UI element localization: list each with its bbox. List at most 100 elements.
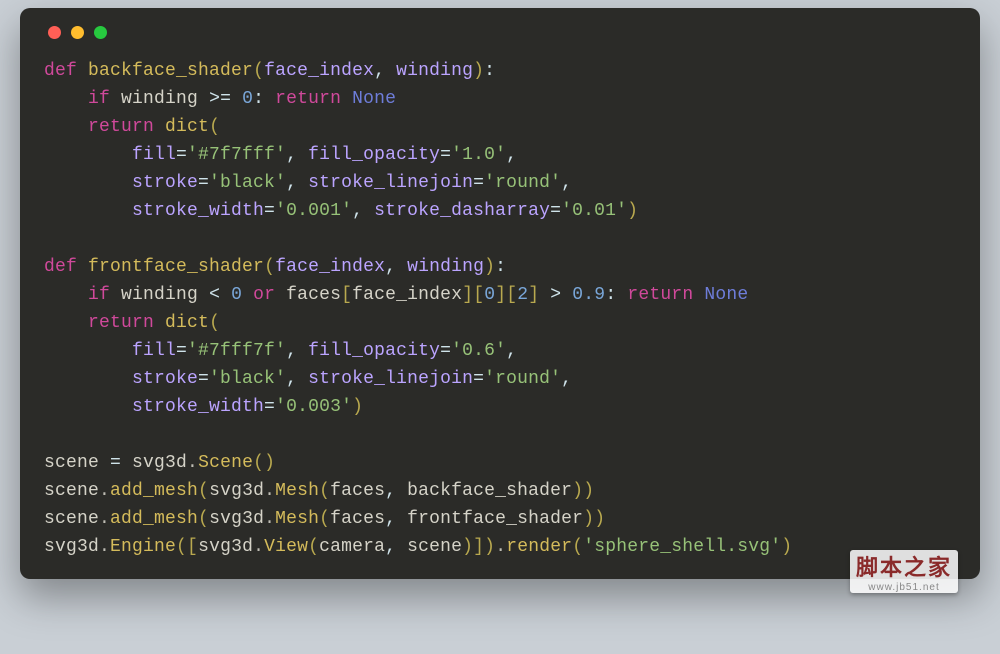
code-line: stroke_width='0.001', stroke_dasharray='…	[44, 201, 638, 221]
token-pn: face_index	[264, 61, 374, 81]
code-line: scene.add_mesh(svg3d.Mesh(faces, backfac…	[44, 481, 594, 501]
close-icon[interactable]	[48, 26, 61, 39]
token-lit: None	[352, 89, 396, 109]
watermark: 脚本之家 www.jb51.net	[850, 550, 958, 593]
token-str: '0.003'	[275, 397, 352, 417]
token-dot-op: .	[264, 481, 275, 501]
token-pn: stroke	[132, 173, 198, 193]
token-id: svg3d	[132, 453, 187, 473]
token-pr	[110, 285, 121, 305]
token-pr	[242, 285, 253, 305]
token-pr: =	[264, 397, 275, 417]
token-dot-op: .	[99, 509, 110, 529]
token-pr: =	[440, 145, 451, 165]
token-kw: return	[88, 313, 154, 333]
token-pr: =	[550, 201, 561, 221]
token-dot-op: .	[187, 453, 198, 473]
token-pr: =	[176, 341, 187, 361]
token-pr	[44, 341, 132, 361]
token-kw: return	[627, 285, 693, 305]
token-fn: dict	[165, 117, 209, 137]
token-fn: add_mesh	[110, 481, 198, 501]
token-br: (	[308, 537, 319, 557]
token-pr	[693, 285, 704, 305]
token-pn: fill_opacity	[308, 341, 440, 361]
token-fn: Mesh	[275, 509, 319, 529]
code-line: svg3d.Engine([svg3d.View(camera, scene)]…	[44, 537, 792, 557]
token-br: (	[209, 117, 220, 137]
token-pr: ,	[385, 481, 407, 501]
token-pr: :	[605, 285, 627, 305]
token-nm: 0	[231, 285, 242, 305]
code-line: if winding >= 0: return None	[44, 89, 396, 109]
token-pr: >	[539, 285, 572, 305]
token-pr	[44, 89, 88, 109]
token-pr: >=	[198, 89, 242, 109]
token-pr	[44, 201, 132, 221]
token-str: 'black'	[209, 369, 286, 389]
token-str: '#7fff7f'	[187, 341, 286, 361]
code-line: return dict(	[44, 117, 220, 137]
token-pn: stroke_width	[132, 201, 264, 221]
token-pr	[154, 117, 165, 137]
token-nm: 0	[242, 89, 253, 109]
token-pn: fill_opacity	[308, 145, 440, 165]
token-pr: ,	[374, 61, 396, 81]
token-kw: if	[88, 89, 110, 109]
token-fn: dict	[165, 313, 209, 333]
token-pn: stroke_dasharray	[374, 201, 550, 221]
token-pn: stroke_width	[132, 397, 264, 417]
token-br: )	[352, 397, 363, 417]
token-pr: ,	[286, 369, 308, 389]
token-pr: ,	[385, 537, 407, 557]
token-pr: ,	[286, 145, 308, 165]
token-br: ()	[253, 453, 275, 473]
token-pr	[44, 369, 132, 389]
token-pn: winding	[407, 257, 484, 277]
code-editor-content[interactable]: def backface_shader(face_index, winding)…	[44, 57, 956, 561]
token-br: )	[781, 537, 792, 557]
token-br: (	[319, 481, 330, 501]
token-fn: Scene	[198, 453, 253, 473]
token-br: )])	[462, 537, 495, 557]
token-str: 'sphere_shell.svg'	[583, 537, 781, 557]
token-pr: ,	[506, 145, 517, 165]
token-pr: :	[495, 257, 506, 277]
zoom-icon[interactable]	[94, 26, 107, 39]
token-id: scene	[44, 481, 99, 501]
token-br: ))	[583, 509, 605, 529]
token-pn: winding	[396, 61, 473, 81]
token-dot-op: .	[99, 481, 110, 501]
token-br: ][	[462, 285, 484, 305]
token-dot-op: .	[264, 509, 275, 529]
token-id: camera	[319, 537, 385, 557]
token-str: '0.01'	[561, 201, 627, 221]
watermark-text: 脚本之家	[856, 555, 952, 580]
token-str: 'round'	[484, 173, 561, 193]
token-pr: =	[440, 341, 451, 361]
token-br: (	[572, 537, 583, 557]
token-br: ([	[176, 537, 198, 557]
token-pr: =	[99, 453, 132, 473]
code-line: stroke_width='0.003')	[44, 397, 363, 417]
token-pr: ,	[385, 257, 407, 277]
token-pr	[275, 285, 286, 305]
token-pr: ,	[286, 173, 308, 193]
code-line: fill='#7f7fff', fill_opacity='1.0',	[44, 145, 517, 165]
token-str: '0.001'	[275, 201, 352, 221]
token-br: (	[198, 509, 209, 529]
token-pr: =	[473, 173, 484, 193]
token-dot-op: .	[99, 537, 110, 557]
token-pr: ,	[286, 341, 308, 361]
token-pr: ,	[561, 369, 572, 389]
minimize-icon[interactable]	[71, 26, 84, 39]
token-id: face_index	[352, 285, 462, 305]
token-fn: frontface_shader	[88, 257, 264, 277]
token-pr	[44, 397, 132, 417]
code-line: def frontface_shader(face_index, winding…	[44, 257, 506, 277]
token-pr: =	[198, 369, 209, 389]
token-br: ]	[528, 285, 539, 305]
token-nm: 2	[517, 285, 528, 305]
token-pr: =	[176, 145, 187, 165]
code-window: def backface_shader(face_index, winding)…	[20, 8, 980, 579]
